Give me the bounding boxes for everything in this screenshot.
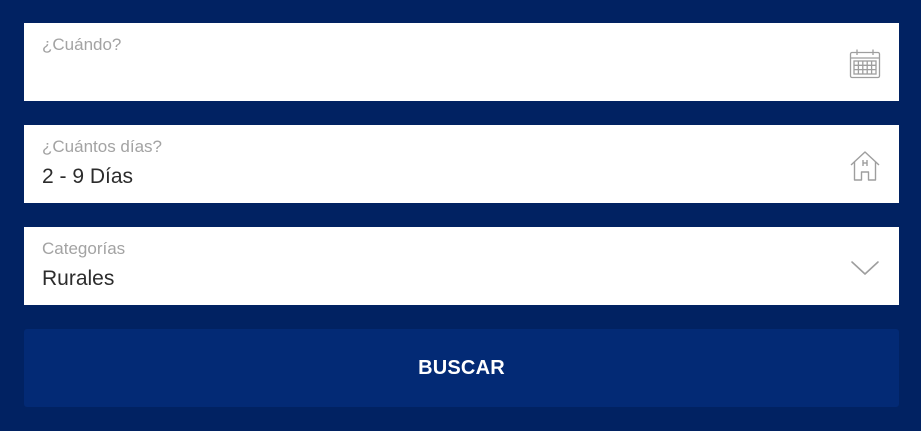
category-field-label: Categorías <box>42 239 126 258</box>
house-icon[interactable] <box>848 148 882 184</box>
date-field-label: ¿Cuándo? <box>42 35 122 54</box>
duration-field-label: ¿Cuántos días? <box>42 137 163 156</box>
chevron-down-icon[interactable] <box>848 250 882 286</box>
date-field[interactable]: ¿Cuándo? <box>24 23 899 101</box>
category-field[interactable]: Categorías Rurales <box>24 227 899 305</box>
duration-field[interactable]: ¿Cuántos días? 2 - 9 Días <box>24 125 899 203</box>
calendar-icon[interactable] <box>848 46 882 82</box>
search-button[interactable]: BUSCAR <box>24 329 899 407</box>
duration-field-value: 2 - 9 Días <box>42 165 134 188</box>
search-form: ¿Cuándo? ¿Cuántos días? 2 - 9 Días Categ… <box>24 23 899 329</box>
category-field-value: Rurales <box>42 267 115 290</box>
